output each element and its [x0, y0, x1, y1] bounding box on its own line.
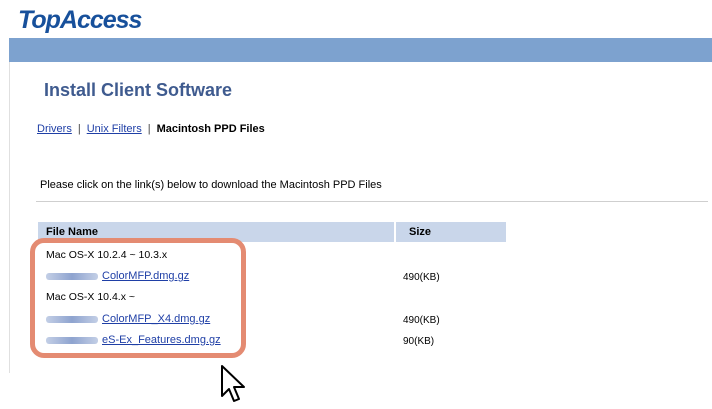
- tab-drivers[interactable]: Drivers: [37, 123, 72, 135]
- file-size: 90(KB): [403, 336, 435, 347]
- divider: [36, 201, 708, 202]
- file-size: 490(KB): [403, 272, 440, 283]
- page-title: Install Client Software: [44, 80, 233, 100]
- column-header-size: Size: [396, 222, 506, 242]
- sub-tabs: Drivers | Unix Filters | Macintosh PPD Files: [37, 123, 265, 135]
- navigation-bar: [9, 38, 712, 62]
- tab-separator: |: [77, 123, 81, 135]
- mouse-pointer-icon: [220, 364, 248, 409]
- instruction-text: Please click on the link(s) below to dow…: [40, 179, 382, 191]
- tab-unix-filters[interactable]: Unix Filters: [87, 123, 142, 135]
- tab-separator: |: [147, 123, 151, 135]
- topaccess-logo[interactable]: TopAccess: [18, 6, 142, 35]
- highlight-box: [30, 238, 246, 358]
- tab-macintosh-ppd-files: Macintosh PPD Files: [156, 123, 265, 135]
- header: TopAccess: [0, 0, 712, 38]
- file-size: 490(KB): [403, 315, 440, 326]
